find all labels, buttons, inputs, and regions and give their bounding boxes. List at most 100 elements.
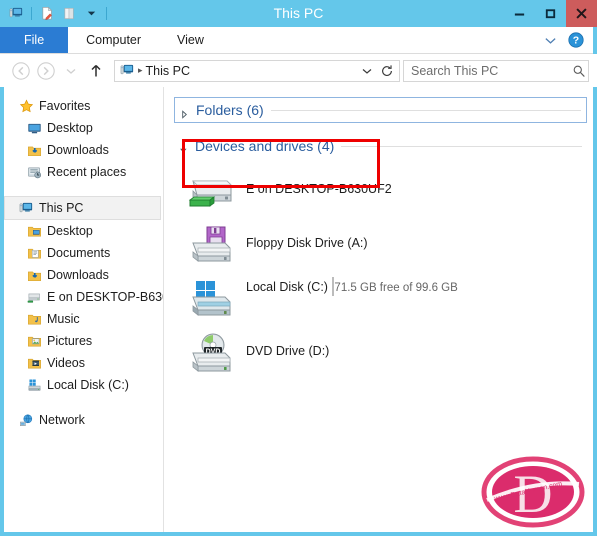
search-box[interactable] [403,59,589,82]
ribbon-tabs: File Computer View [0,27,542,53]
title-bar: This PC [0,0,597,27]
this-pc-icon [18,200,34,216]
breadcrumb-current[interactable]: This PC [146,64,190,78]
address-dropdown-chevron-down-icon[interactable] [357,61,377,81]
watermark-text: www.DataNumen.com [493,481,563,504]
sidebar-gap-1 [4,183,163,196]
properties-icon[interactable] [37,4,57,24]
downloads-icon [26,267,42,283]
explorer-window: This PC File Computer View ? ▸ This PC S… [0,0,597,536]
sidebar-item-label: Downloads [47,143,109,157]
drive-label: E on DESKTOP-B630UF2 [246,182,392,196]
drive-item-e-on-desktop-b630uf2[interactable]: E on DESKTOP-B630UF2 [178,164,587,218]
group-header-rule [270,109,581,111]
quick-access-toolbar [0,4,110,24]
sidebar-item-desktop-folder[interactable]: Desktop [4,220,163,242]
group-header-label: Folders (6) [196,102,264,118]
chevron-right-icon[interactable] [180,106,189,119]
tab-view[interactable]: View [159,27,222,53]
tab-computer[interactable]: Computer [68,27,159,53]
navigation-pane[interactable]: Favorites Desktop Downloads Recent place… [4,87,164,532]
ribbon-controls: ? [542,27,593,53]
desktop-folder-icon [26,223,42,239]
back-button[interactable] [10,60,32,82]
network-icon [18,412,34,428]
drive-label: Floppy Disk Drive (A:) [246,236,368,250]
recent-locations-chevron-down-icon[interactable] [60,60,82,82]
breadcrumb[interactable]: ▸ This PC [119,63,357,79]
drive-info: Local Disk (C:) 71.5 GB free of 99.6 GB [246,276,458,296]
sidebar-item-label: Videos [47,356,85,370]
this-pc-icon[interactable] [6,4,26,24]
group-header-folders[interactable]: Folders (6) [174,97,587,123]
expand-ribbon-chevron-down-icon[interactable] [542,32,559,49]
minimize-button[interactable] [504,0,535,27]
chevron-down-icon[interactable] [179,142,188,153]
sidebar-item-local-disk-c[interactable]: Local Disk (C:) [4,374,163,396]
group-header-devices-and-drives[interactable]: Devices and drives (4) [174,134,587,158]
address-bar[interactable]: ▸ This PC [114,59,400,82]
sidebar-item-label: Favorites [39,99,91,113]
maximize-button[interactable] [535,0,566,27]
drive-info: Floppy Disk Drive (A:) [246,222,368,252]
sidebar-item-downloads[interactable]: Downloads [4,139,163,161]
downloads-icon [26,142,42,158]
window-controls [504,0,597,27]
group-header-label: Devices and drives (4) [195,138,335,154]
address-this-pc-icon [119,63,135,79]
sidebar-item-network[interactable]: Network [4,409,163,431]
tab-file[interactable]: File [0,27,69,53]
sidebar-item-recent-places[interactable]: Recent places [4,161,163,183]
ribbon-tab-bar: File Computer View ? [0,27,593,54]
search-icon[interactable] [572,61,586,81]
desktop-icon [26,120,42,136]
new-folder-icon[interactable] [59,4,79,24]
chevron-down-icon[interactable] [81,4,101,24]
tab-file-label: File [24,33,45,47]
star-icon [18,98,34,114]
help-icon[interactable]: ? [567,32,584,49]
group-header-rule [341,145,582,147]
windows-disk-icon [186,276,238,322]
sidebar-item-label: Downloads [47,268,109,282]
watermark-logo: D www.DataNumen.com [481,454,585,530]
sidebar-item-label: Desktop [47,121,93,135]
sidebar-item-favorites[interactable]: Favorites [4,95,163,117]
dvd-drive-icon: DVD [186,330,238,376]
sidebar-item-documents[interactable]: Documents [4,242,163,264]
sidebar-item-e-on-desktop[interactable]: E on DESKTOP-B630 [4,286,163,308]
sidebar-item-music[interactable]: Music [4,308,163,330]
drive-item-dvd-drive-d[interactable]: DVD DVD Drive (D:) [178,326,587,380]
sidebar-item-label: Documents [47,246,111,260]
recent-places-icon [26,164,42,180]
drive-info: DVD Drive (D:) [246,330,329,360]
close-button[interactable] [566,0,597,27]
drive-list: E on DESKTOP-B630UF2 Floppy Disk Drive (… [174,164,587,380]
navigation-bar: ▸ This PC [0,54,597,87]
drive-info: E on DESKTOP-B630UF2 [246,168,392,198]
sidebar-item-downloads-pc[interactable]: Downloads [4,264,163,286]
up-button[interactable] [85,60,107,82]
sidebar-item-this-pc[interactable]: This PC [4,196,161,220]
sidebar-gap-2 [4,396,163,409]
sidebar-item-label: Pictures [47,334,93,348]
sidebar-item-label: E on DESKTOP-B630 [47,290,164,304]
sidebar-item-desktop[interactable]: Desktop [4,117,163,139]
qat-separator-2 [106,7,107,20]
content-pane[interactable]: Folders (6) Devices and drives (4) E on … [164,87,593,532]
sidebar-item-pictures[interactable]: Pictures [4,330,163,352]
local-disk-icon [26,377,42,393]
floppy-drive-icon [186,222,238,268]
sidebar-item-videos[interactable]: Videos [4,352,163,374]
search-input[interactable] [411,63,572,78]
refresh-icon[interactable] [377,61,397,81]
pictures-icon [26,333,42,349]
svg-text:?: ? [572,35,578,47]
svg-text:D: D [514,464,553,524]
drive-item-floppy-disk-drive-a[interactable]: Floppy Disk Drive (A:) [178,218,587,272]
network-drive-icon [186,168,238,214]
drive-item-local-disk-c[interactable]: Local Disk (C:) 71.5 GB free of 99.6 GB [178,272,587,326]
tab-view-label: View [177,33,204,47]
explorer-body: Favorites Desktop Downloads Recent place… [4,87,593,532]
forward-button[interactable] [35,60,57,82]
